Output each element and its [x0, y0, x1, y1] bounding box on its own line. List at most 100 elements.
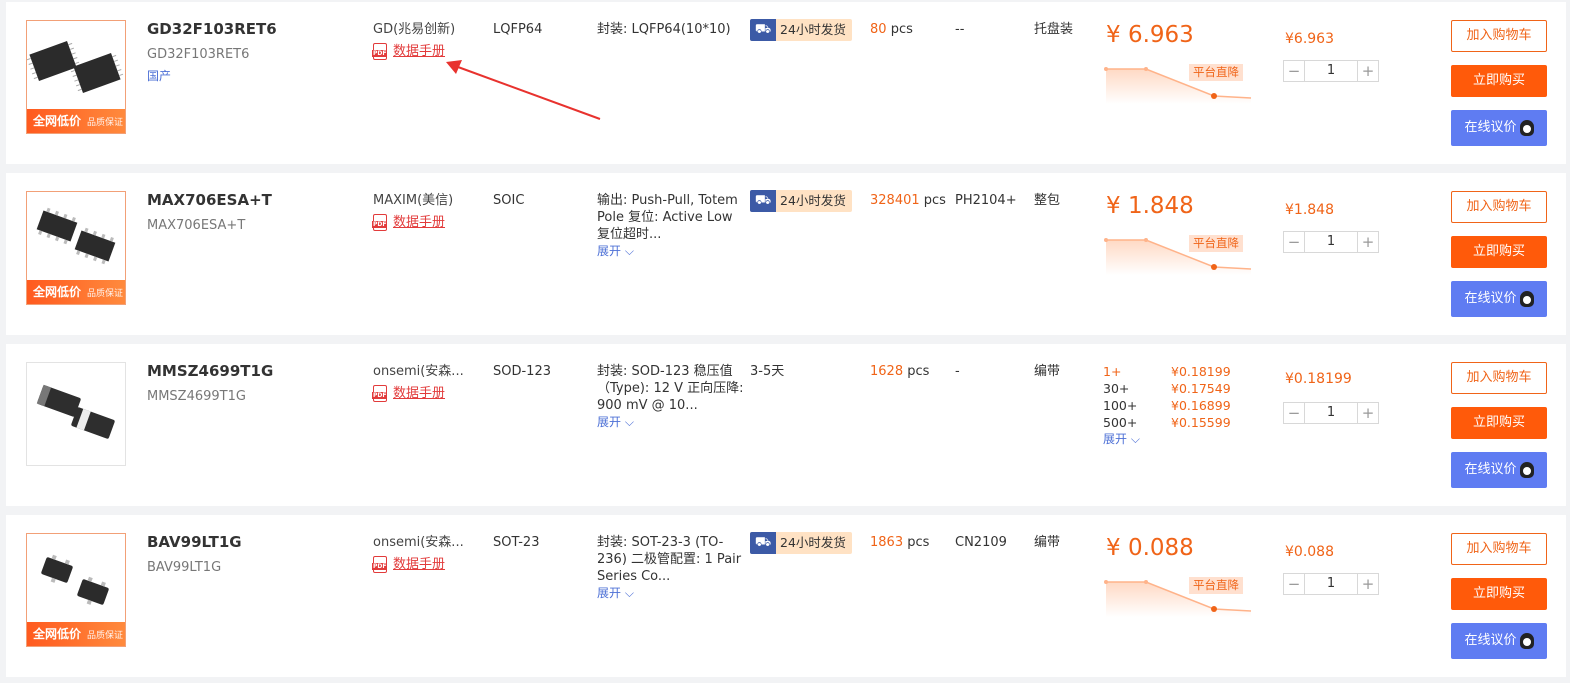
chip-soic-image — [36, 207, 116, 265]
brand-link[interactable]: MAXIM(美信) — [373, 192, 453, 209]
buy-now-button[interactable]: 立即购买 — [1451, 578, 1547, 610]
plus-button[interactable]: + — [1358, 232, 1378, 252]
banner-subtext: 品质保证 — [87, 289, 124, 299]
datasheet-link[interactable]: 数据手册 — [372, 556, 464, 573]
package-text: SOT-23 — [493, 535, 540, 550]
product-image[interactable]: 全网低价 品质保证 — [26, 191, 126, 305]
packing-type: 托盘装 — [1034, 22, 1074, 37]
brand-link[interactable]: GD(兆易创新) — [373, 21, 455, 38]
add-to-cart-button[interactable]: 加入购物车 — [1451, 533, 1547, 565]
add-to-cart-button[interactable]: 加入购物车 — [1451, 362, 1547, 394]
buy-now-button[interactable]: 立即购买 — [1451, 236, 1547, 268]
quantity-stepper[interactable]: − 1 + — [1283, 231, 1379, 253]
banner-subtext: 品质保证 — [87, 118, 124, 128]
quantity-stepper[interactable]: − 1 + — [1283, 402, 1379, 424]
datasheet-link[interactable]: 数据手册 — [372, 214, 453, 231]
product-image[interactable] — [26, 362, 126, 466]
tier-row: 30+ ¥0.17549 — [1103, 380, 1231, 397]
quantity-input[interactable]: 1 — [1304, 232, 1358, 252]
online-negotiate-button[interactable]: 在线议价 — [1451, 110, 1547, 146]
quantity-input[interactable]: 1 — [1304, 574, 1358, 594]
part-number-link[interactable]: MAX706ESA+T — [147, 192, 272, 209]
diode-sod123-image — [36, 384, 115, 439]
buy-now-button[interactable]: 立即购买 — [1451, 65, 1547, 97]
datasheet-label: 数据手册 — [393, 44, 446, 59]
expand-link[interactable]: 展开 ⌵ — [597, 243, 738, 260]
minus-button[interactable]: − — [1284, 574, 1304, 594]
online-negotiate-button[interactable]: 在线议价 — [1451, 281, 1547, 317]
platform-drop-tag: 平台直降 — [1189, 64, 1243, 81]
quantity-stepper[interactable]: − 1 + — [1283, 60, 1379, 82]
plus-button[interactable]: + — [1358, 61, 1378, 81]
platform-drop-tag: 平台直降 — [1189, 235, 1243, 252]
unit-price: ¥0.18199 — [1285, 371, 1352, 387]
stock-qty: 1863 pcs — [870, 534, 929, 551]
qq-penguin-icon — [1519, 290, 1534, 307]
tier-row: 1+ ¥0.18199 — [1103, 363, 1231, 380]
negotiate-label: 在线议价 — [1464, 462, 1517, 477]
expand-link[interactable]: 展开 ⌵ — [597, 414, 744, 431]
quantity-input[interactable]: 1 — [1304, 61, 1358, 81]
description-line: Series Co... — [597, 569, 671, 584]
date-code: -- — [955, 22, 965, 37]
expand-label: 展开 — [597, 586, 622, 600]
add-to-cart-button[interactable]: 加入购物车 — [1451, 191, 1547, 223]
shipping-label: 24小时发货 — [780, 193, 846, 208]
date-code: PH2104+ — [955, 193, 1017, 208]
tier-qty: 1+ — [1103, 364, 1122, 379]
plus-button[interactable]: + — [1358, 574, 1378, 594]
packing-type: 编带 — [1034, 364, 1061, 379]
tier-qty: 100+ — [1103, 398, 1138, 413]
tier-row: 500+ ¥0.15599 — [1103, 414, 1231, 431]
banner-text: 全网低价 — [33, 285, 82, 299]
part-number-link[interactable]: GD32F103RET6 — [147, 21, 277, 38]
description-line: Pole 复位: Active Low — [597, 210, 733, 225]
minus-button[interactable]: − — [1284, 403, 1304, 423]
quantity-stepper[interactable]: − 1 + — [1283, 573, 1379, 595]
pdf-icon — [372, 556, 388, 573]
brand-link[interactable]: onsemi(安森... — [373, 534, 464, 551]
add-to-cart-button[interactable]: 加入购物车 — [1451, 20, 1547, 52]
low-price-banner: 全网低价 品质保证 — [27, 109, 125, 133]
chevron-down-icon: ⌵ — [624, 415, 634, 429]
description-line: 236) 二极管配置: 1 Pair — [597, 552, 742, 567]
tier-price-list: 1+ ¥0.18199 30+ ¥0.17549 100+ ¥0.16899 500+… — [1103, 363, 1231, 448]
chevron-down-icon: ⌵ — [624, 586, 634, 600]
minus-button[interactable]: − — [1284, 232, 1304, 252]
negotiate-label: 在线议价 — [1464, 291, 1517, 306]
description-text: 封装: SOD-123 稳压值 （Type): 12 V 正向压降: 900 m… — [597, 363, 744, 431]
description-text: 封装: SOT-23-3 (TO- 236) 二极管配置: 1 Pair Ser… — [597, 534, 741, 602]
part-number-link[interactable]: BAV99LT1G — [147, 534, 242, 551]
description-text: 输出: Push-Pull, Totem Pole 复位: Active Low… — [597, 192, 738, 260]
datasheet-link[interactable]: 数据手册 — [372, 43, 455, 60]
minus-button[interactable]: − — [1284, 61, 1304, 81]
online-negotiate-button[interactable]: 在线议价 — [1451, 623, 1547, 659]
description-line: 输出: Push-Pull, Totem — [597, 193, 738, 208]
datasheet-label: 数据手册 — [393, 557, 446, 572]
description-line: 封装: SOT-23-3 (TO- — [597, 535, 724, 550]
expand-link[interactable]: 展开 ⌵ — [597, 585, 741, 602]
plus-button[interactable]: + — [1358, 403, 1378, 423]
product-row: MMSZ4699T1G MMSZ4699T1G onsemi(安森... 数据手… — [6, 344, 1566, 506]
quantity-input[interactable]: 1 — [1304, 403, 1358, 423]
product-image[interactable]: 全网低价 品质保证 — [26, 533, 126, 647]
buy-now-button[interactable]: 立即购买 — [1451, 407, 1547, 439]
date-code: CN2109 — [955, 535, 1007, 550]
part-number-link[interactable]: MMSZ4699T1G — [147, 363, 273, 380]
chevron-down-icon: ⌵ — [1130, 432, 1140, 446]
datasheet-label: 数据手册 — [393, 386, 446, 401]
tier-expand-link[interactable]: 展开 ⌵ — [1103, 431, 1231, 448]
tier-qty: 30+ — [1103, 381, 1130, 396]
description-text: 封装: LQFP64(10*10) — [597, 22, 731, 37]
datasheet-link[interactable]: 数据手册 — [372, 385, 464, 402]
stock-number: 1628 — [870, 364, 904, 379]
online-negotiate-button[interactable]: 在线议价 — [1451, 452, 1547, 488]
banner-text: 全网低价 — [33, 627, 82, 641]
platform-drop-tag: 平台直降 — [1189, 577, 1243, 594]
chevron-down-icon: ⌵ — [624, 244, 634, 258]
brand-link[interactable]: onsemi(安森... — [373, 363, 464, 380]
product-image[interactable]: 全网低价 品质保证 — [26, 20, 126, 134]
package-text: SOIC — [493, 193, 525, 208]
tier-qty: 500+ — [1103, 415, 1138, 430]
packing-type: 编带 — [1034, 535, 1061, 550]
